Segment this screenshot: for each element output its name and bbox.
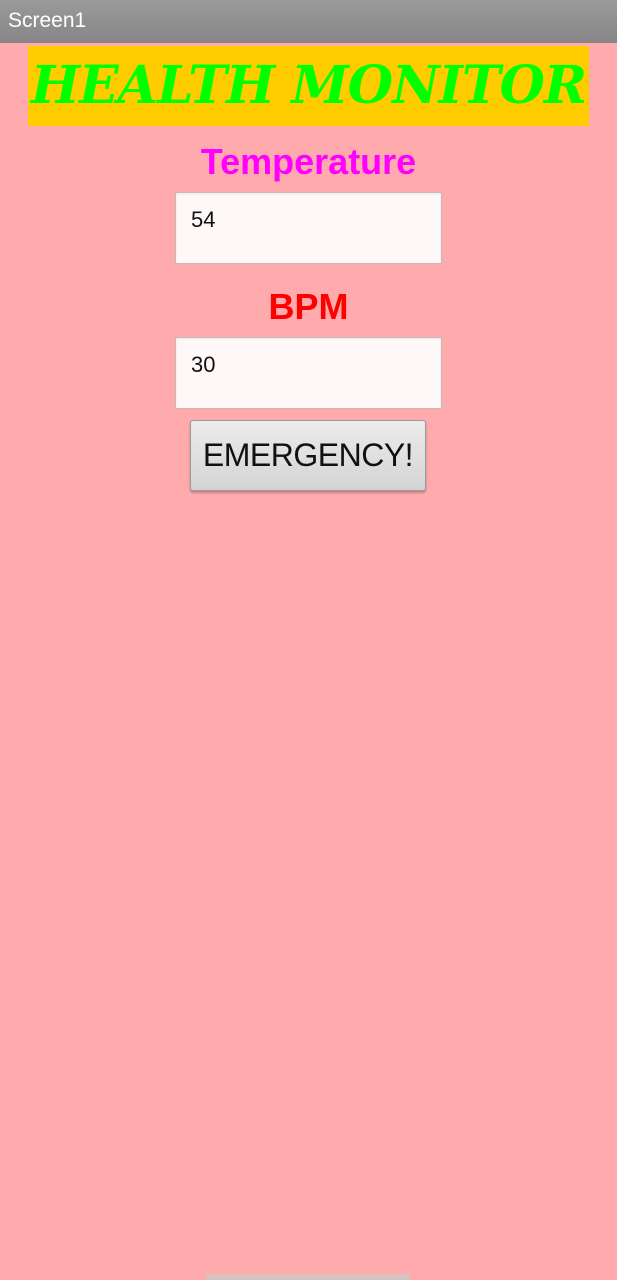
temperature-label: Temperature: [200, 141, 417, 182]
temperature-field[interactable]: 54: [175, 192, 442, 264]
bpm-value: 30: [191, 352, 216, 377]
app-header-banner: HEALTH MONITOR: [28, 46, 589, 126]
emergency-button-label: EMERGENCY!: [202, 437, 414, 473]
temperature-value: 54: [191, 207, 216, 232]
navigation-handle[interactable]: [206, 1274, 411, 1280]
title-bar: Screen1: [0, 0, 617, 43]
emergency-button[interactable]: EMERGENCY!: [190, 420, 426, 491]
bpm-field[interactable]: 30: [175, 337, 442, 409]
app-title: HEALTH MONITOR: [30, 55, 587, 116]
bpm-label: BPM: [268, 286, 349, 327]
screen-title: Screen1: [8, 9, 87, 32]
